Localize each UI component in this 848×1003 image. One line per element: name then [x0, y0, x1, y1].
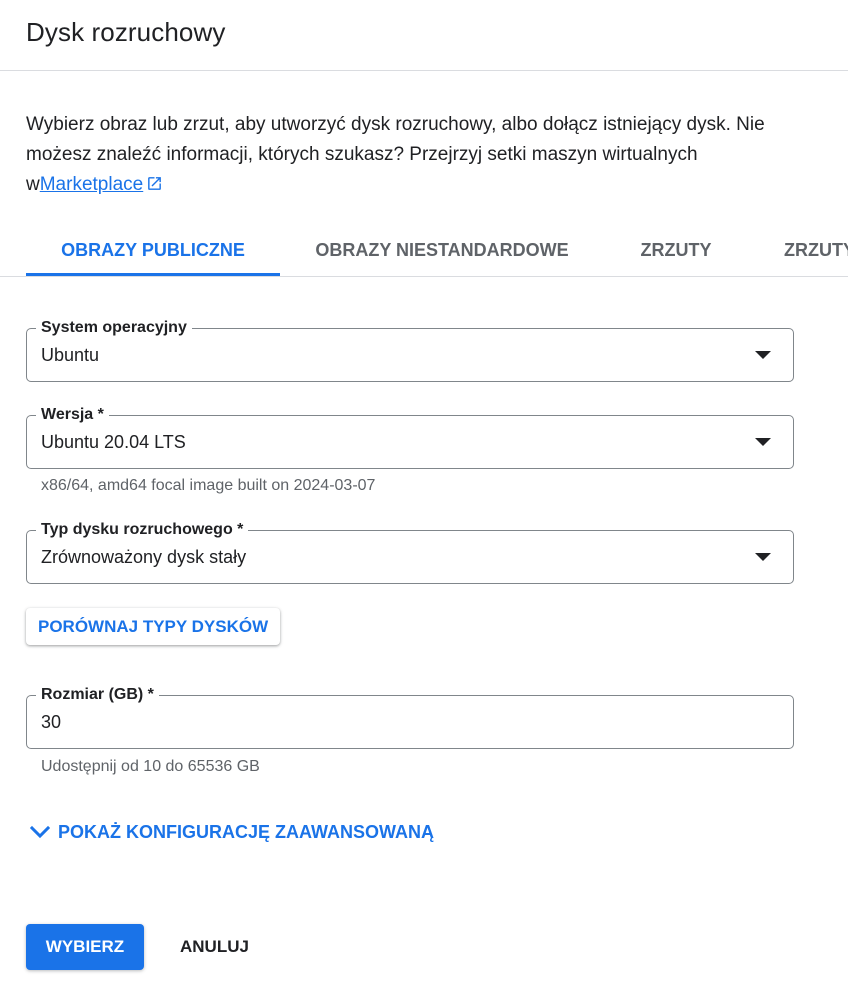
chevron-down-icon [30, 825, 50, 839]
dropdown-arrow-icon[interactable] [755, 438, 771, 446]
dialog-title: Dysk rozruchowy [26, 17, 226, 47]
tab-snapshots[interactable]: ZRZUTY [618, 224, 734, 276]
os-select-value: Ubuntu [41, 345, 100, 365]
tab-custom-images[interactable]: OBRAZY NIESTANDARDOWE [298, 224, 586, 276]
disk-type-select-label: Typ dysku rozruchowego * [36, 520, 249, 540]
size-input[interactable]: Rozmiar (GB) * 30 [26, 685, 794, 749]
version-select[interactable]: Wersja * Ubuntu 20.04 LTS [26, 405, 794, 469]
size-input-label: Rozmiar (GB) * [36, 685, 159, 705]
os-select-label: System operacyjny [36, 318, 192, 338]
compare-disk-types-button[interactable]: PORÓWNAJ TYPY DYSKÓW [26, 608, 281, 645]
dialog-header: Dysk rozruchowy [0, 0, 848, 71]
version-select-label: Wersja * [36, 405, 109, 425]
tab-snapshots-2[interactable]: ZRZUTY [762, 224, 848, 276]
tab-public-images[interactable]: OBRAZY PUBLICZNE [26, 224, 280, 276]
disk-type-select[interactable]: Typ dysku rozruchowego * Zrównoważony dy… [26, 520, 794, 584]
image-source-tabs: OBRAZY PUBLICZNE OBRAZY NIESTANDARDOWE Z… [0, 224, 848, 277]
show-advanced-config-toggle[interactable]: POKAŻ KONFIGURACJĘ ZAAWANSOWANĄ [30, 820, 434, 844]
version-hint: x86/64, amd64 focal image built on 2024-… [41, 477, 376, 494]
open-in-new-icon[interactable] [146, 172, 163, 202]
size-hint: Udostępnij od 10 do 65536 GB [41, 758, 260, 775]
os-select[interactable]: System operacyjny Ubuntu [26, 318, 794, 382]
version-select-value: Ubuntu 20.04 LTS [41, 432, 186, 452]
marketplace-link[interactable]: Marketplace [40, 174, 144, 195]
marketplace-link-label: Marketplace [39, 174, 144, 195]
show-advanced-config-label: POKAŻ KONFIGURACJĘ ZAAWANSOWANĄ [58, 822, 435, 842]
disk-type-select-value: Zrównoważony dysk stały [41, 547, 247, 567]
cancel-button[interactable]: ANULUJ [166, 924, 263, 970]
intro-text: Wybierz obraz lub zrzut, aby utworzyć dy… [26, 110, 816, 202]
dropdown-arrow-icon[interactable] [755, 351, 771, 359]
select-button[interactable]: WYBIERZ [26, 924, 144, 970]
dropdown-arrow-icon[interactable] [755, 553, 771, 561]
size-input-value[interactable]: 30 [41, 710, 61, 734]
